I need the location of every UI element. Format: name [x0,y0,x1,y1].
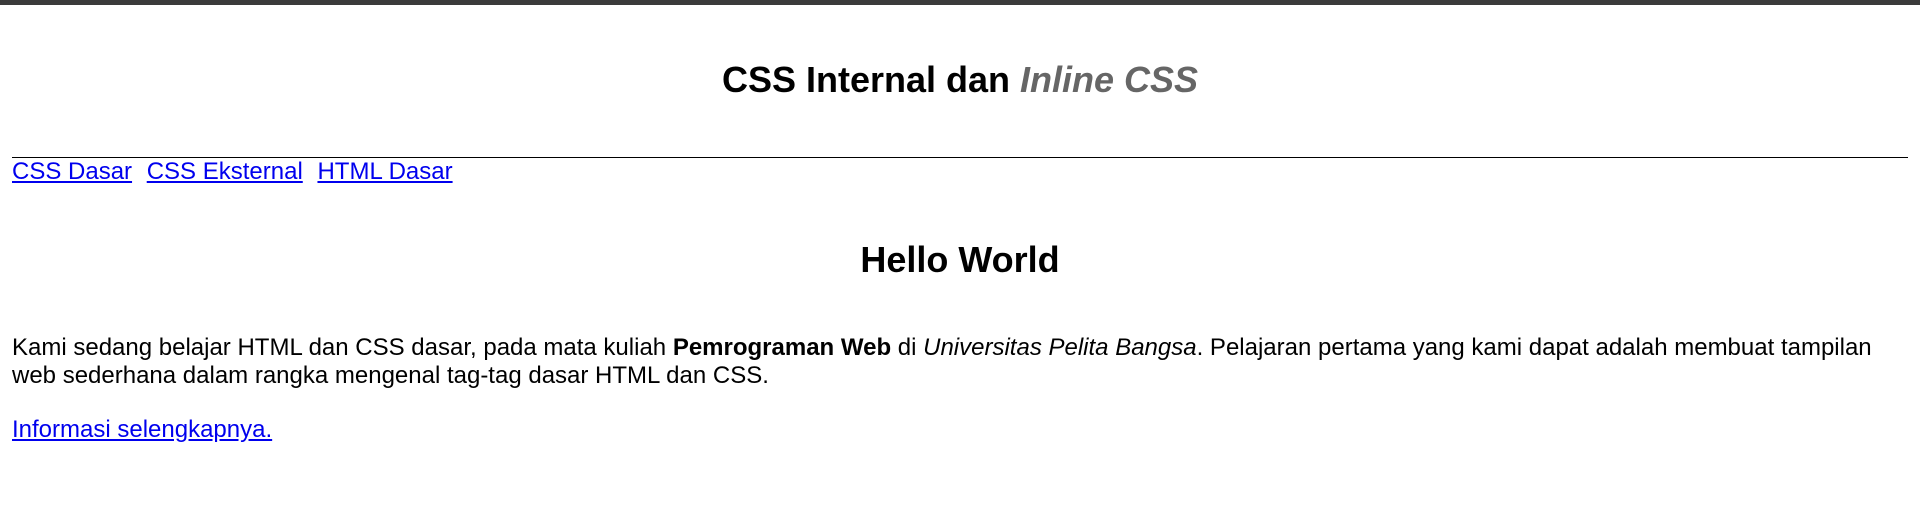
browser-top-bar [0,0,1920,5]
intro-paragraph: Kami sedang belajar HTML dan CSS dasar, … [12,334,1908,390]
paragraph-text-1: Kami sedang belajar HTML dan CSS dasar, … [12,334,673,361]
nav-link-css-dasar[interactable]: CSS Dasar [12,158,132,185]
more-info-wrap: Informasi selengkapnya. [12,415,272,445]
nav-links: CSS Dasar CSS Eksternal HTML Dasar [12,157,453,187]
course-name: Pemrograman Web [672,334,892,361]
paragraph-text-2: di [891,334,924,361]
page-title-emphasis: Inline CSS [1020,59,1199,100]
page-title-main: CSS Internal dan [721,59,1021,100]
more-info-link[interactable]: Informasi selengkapnya. [12,416,272,443]
nav-link-html-dasar[interactable]: HTML Dasar [317,158,452,185]
section-heading: Hello World [860,239,1060,280]
nav-link-css-eksternal[interactable]: CSS Eksternal [147,158,303,185]
page-title: CSS Internal dan Inline CSS [0,56,1920,104]
university-name: Universitas Pelita Bangsa [923,334,1197,361]
